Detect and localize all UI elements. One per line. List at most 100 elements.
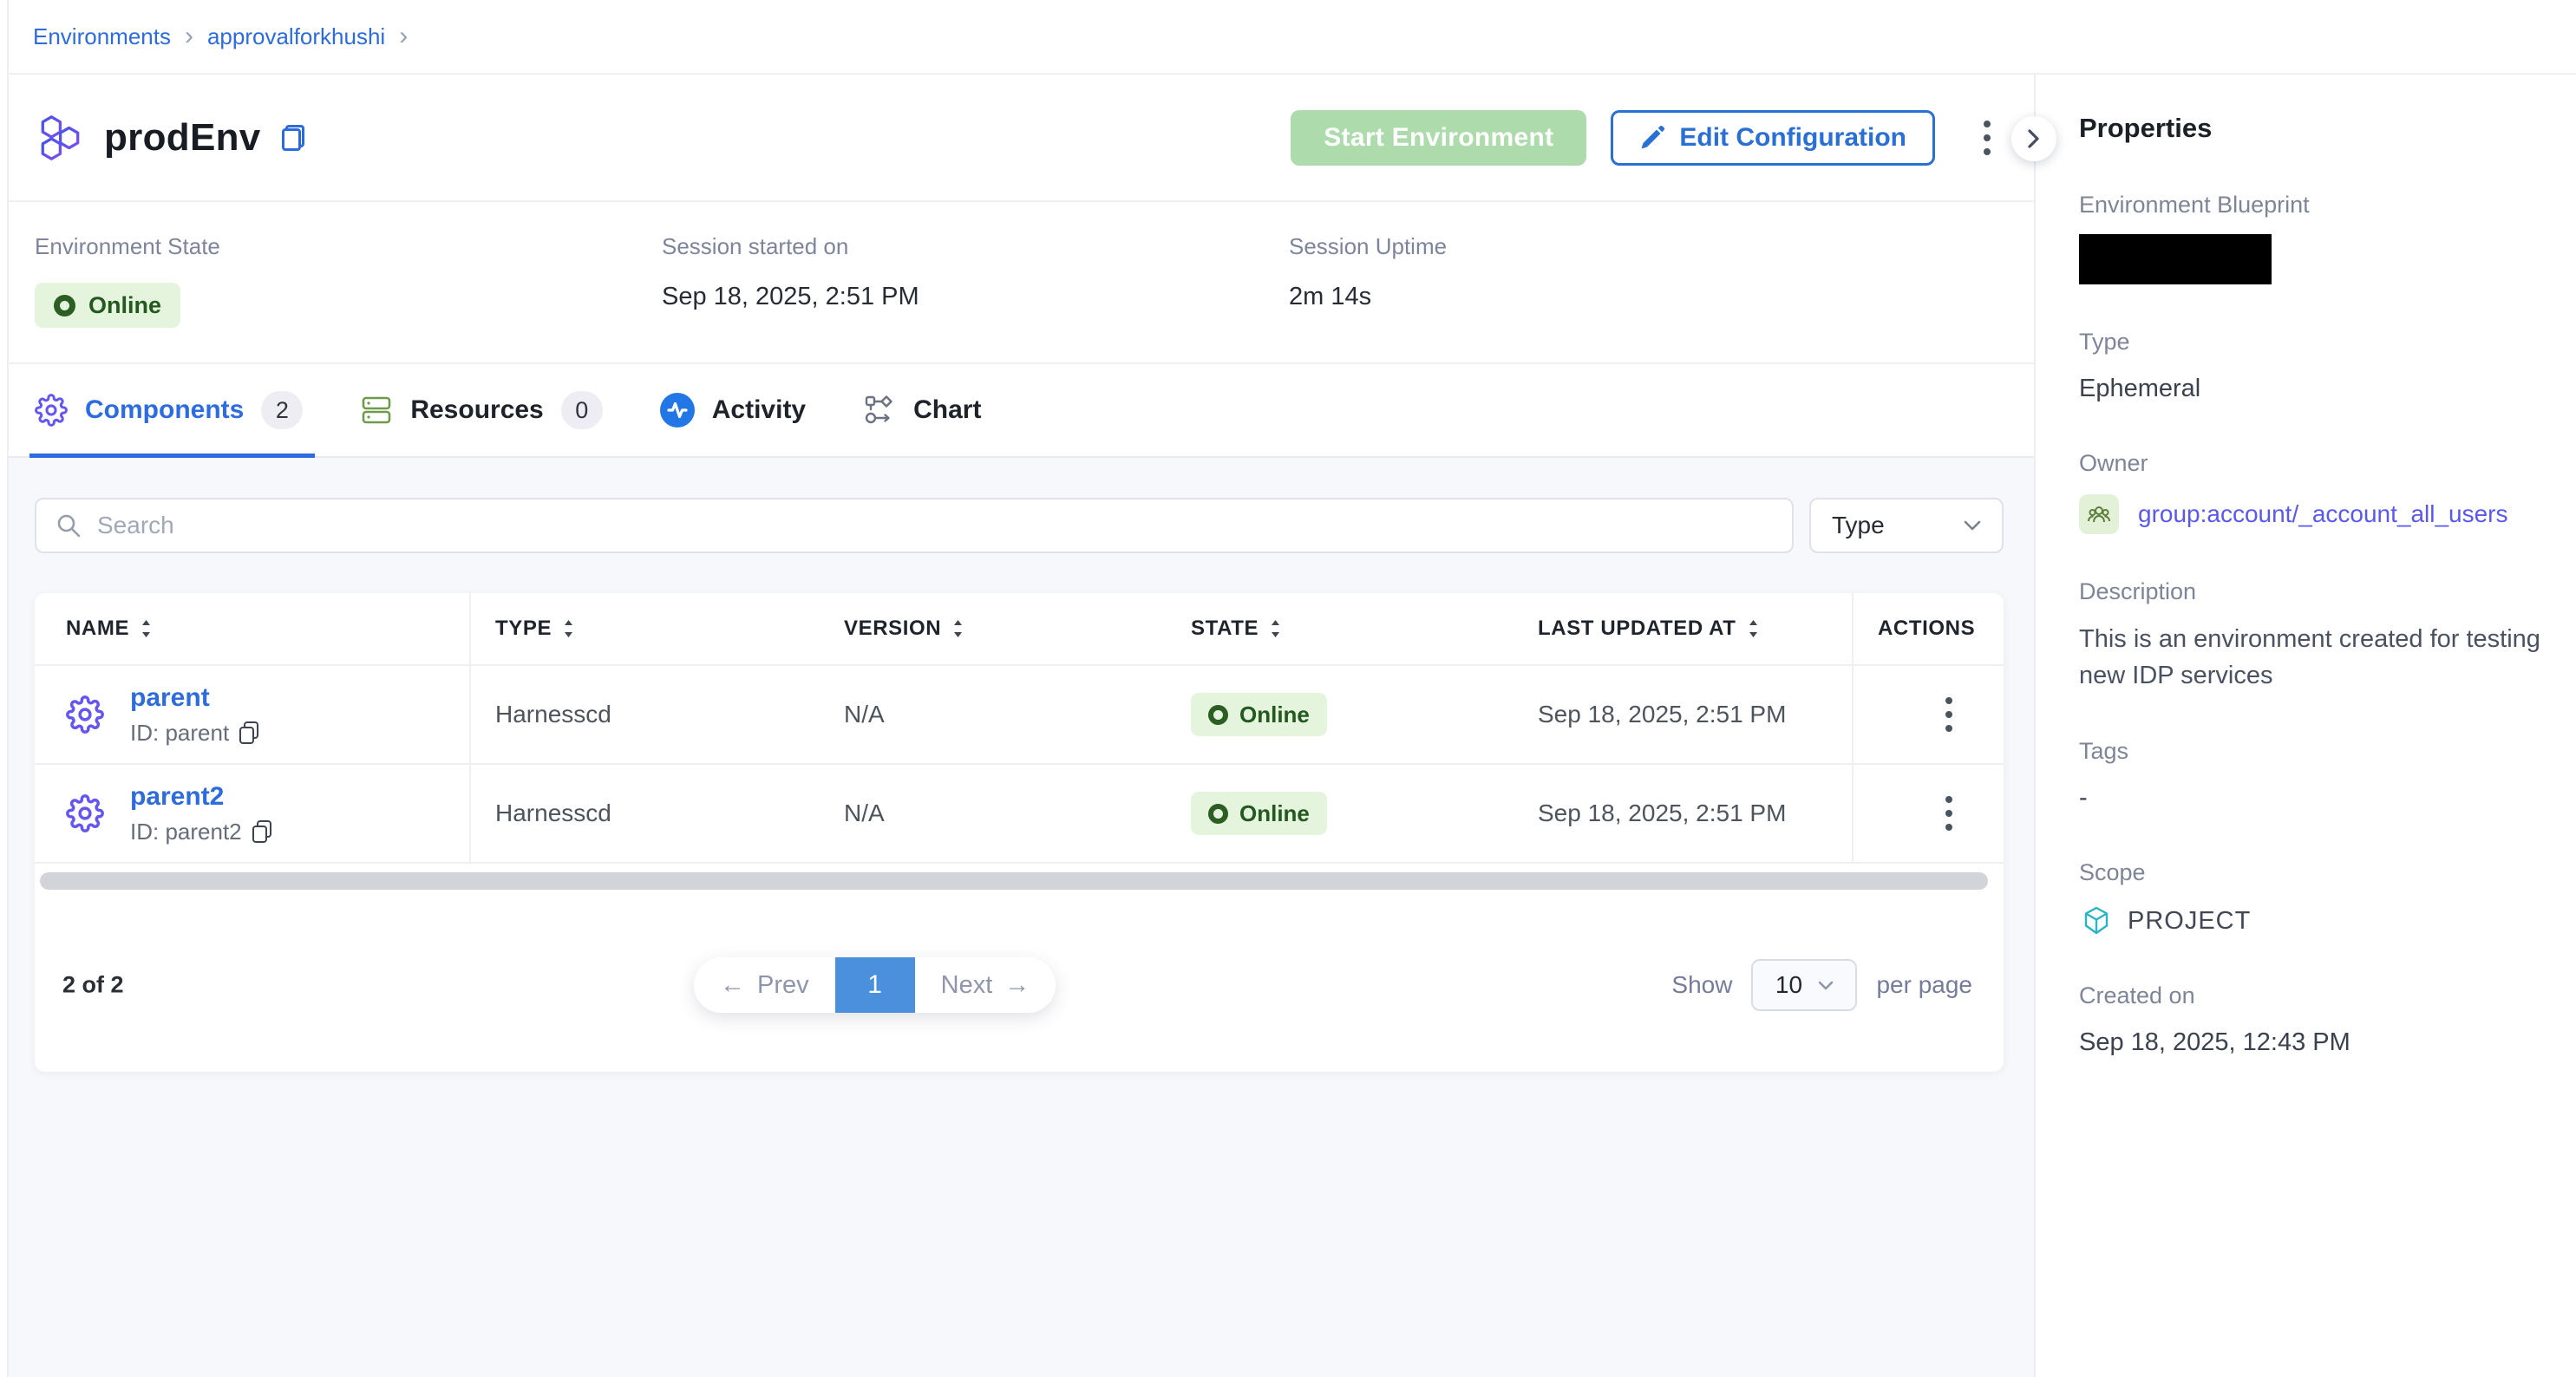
- sort-icon: [1269, 618, 1282, 639]
- chevron-down-icon: [1964, 520, 1981, 531]
- breadcrumb-project[interactable]: approvalforkhushi: [207, 23, 385, 50]
- pagination: 2 of 2 ← Prev 1 Next → Show: [35, 898, 2004, 1072]
- sort-icon: [562, 618, 575, 639]
- main-content: prodEnv Start Environment Edit Configura…: [9, 75, 2034, 1377]
- edit-configuration-button[interactable]: Edit Configuration: [1611, 110, 1935, 166]
- pencil-icon: [1639, 125, 1665, 151]
- page-size-dropdown[interactable]: 10: [1751, 959, 1857, 1011]
- gear-icon: [35, 394, 68, 427]
- left-gutter: [0, 0, 9, 1377]
- search-icon: [56, 512, 82, 538]
- property-owner: Owner group:account/_account_all_users: [2079, 449, 2546, 534]
- copy-name-icon[interactable]: [282, 125, 304, 151]
- more-options-menu[interactable]: [1975, 112, 1999, 164]
- row-actions-menu[interactable]: [1937, 787, 1961, 839]
- page-size-control: Show 10 per page: [1671, 959, 1972, 1011]
- table-header: NAME TYPE VERSION STATE: [35, 593, 2004, 666]
- table-row: parent ID: parent Harnesscd N/A Online: [35, 666, 2004, 765]
- environment-header: prodEnv Start Environment Edit Configura…: [9, 75, 2034, 202]
- cell-last-updated: Sep 18, 2025, 2:51 PM: [1514, 765, 1852, 862]
- column-header-version[interactable]: VERSION: [820, 593, 1167, 664]
- copy-id-icon[interactable]: [239, 721, 258, 744]
- stat-environment-state: Environment State Online: [35, 233, 662, 362]
- search-box: [35, 498, 1794, 553]
- breadcrumb-environments[interactable]: Environments: [33, 23, 171, 50]
- cell-version: N/A: [820, 666, 1167, 763]
- tab-activity[interactable]: Activity: [660, 364, 806, 456]
- chevron-down-icon: [1818, 981, 1834, 990]
- status-badge: Online: [1191, 693, 1327, 736]
- chevron-right-icon: [2028, 129, 2040, 148]
- properties-panel: Properties Environment Blueprint Type Ep…: [2034, 75, 2576, 1377]
- column-header-last-updated[interactable]: LAST UPDATED AT: [1514, 593, 1852, 664]
- cell-last-updated: Sep 18, 2025, 2:51 PM: [1514, 666, 1852, 763]
- breadcrumb-separator: ›: [399, 23, 408, 49]
- components-table: NAME TYPE VERSION STATE: [35, 593, 2004, 1072]
- online-ring-icon: [1208, 804, 1228, 824]
- horizontal-scroll-area: [35, 864, 2004, 898]
- tab-chart[interactable]: Chart: [863, 364, 981, 456]
- cube-icon: [2079, 904, 2114, 938]
- prev-page-button[interactable]: ← Prev: [694, 957, 835, 1013]
- component-id: ID: parent2: [130, 819, 271, 845]
- row-actions-menu[interactable]: [1937, 688, 1961, 741]
- resources-count-badge: 0: [561, 391, 603, 429]
- session-stats: Environment State Online Session started…: [9, 202, 2034, 364]
- component-gear-icon: [66, 695, 104, 734]
- environment-hexagons-icon: [35, 113, 85, 163]
- component-name-link[interactable]: parent: [130, 683, 258, 713]
- online-ring-icon: [1208, 705, 1228, 725]
- sort-icon: [951, 618, 964, 639]
- chart-flow-icon: [863, 394, 896, 427]
- column-header-actions: ACTIONS: [1852, 593, 2004, 664]
- horizontal-scrollbar[interactable]: [40, 872, 1988, 890]
- property-type: Type Ephemeral: [2079, 328, 2546, 406]
- next-page-button[interactable]: Next →: [915, 957, 1056, 1013]
- property-created-on: Created on Sep 18, 2025, 12:43 PM: [2079, 982, 2546, 1060]
- stat-session-uptime: Session Uptime 2m 14s: [1289, 233, 1916, 362]
- component-id: ID: parent: [130, 720, 258, 747]
- breadcrumb: Environments › approvalforkhushi ›: [9, 0, 2576, 75]
- property-tags: Tags -: [2079, 737, 2546, 815]
- component-name-link[interactable]: parent2: [130, 782, 271, 812]
- cell-state: Online: [1167, 666, 1514, 763]
- tab-resources[interactable]: Resources 0: [360, 364, 602, 456]
- group-avatar: [2079, 494, 2119, 534]
- cell-type: Harnesscd: [471, 765, 820, 862]
- status-badge: Online: [35, 283, 180, 328]
- tab-bar: Components 2 Resources 0: [9, 364, 2034, 458]
- component-gear-icon: [66, 794, 104, 832]
- left-arrow-icon: ←: [720, 971, 745, 1000]
- property-description: Description This is an environment creat…: [2079, 578, 2546, 694]
- collapse-panel-button[interactable]: [2011, 116, 2056, 161]
- page-title: prodEnv: [104, 116, 261, 160]
- components-tab-content: Type NAME TYPE: [9, 458, 2034, 1377]
- components-count-badge: 2: [261, 391, 303, 429]
- type-filter-dropdown[interactable]: Type: [1809, 498, 2004, 553]
- search-input[interactable]: [95, 511, 1773, 540]
- tab-components[interactable]: Components 2: [35, 364, 303, 456]
- column-header-state[interactable]: STATE: [1167, 593, 1514, 664]
- copy-id-icon[interactable]: [252, 820, 271, 843]
- sort-icon: [140, 618, 153, 639]
- stat-session-started: Session started on Sep 18, 2025, 2:51 PM: [662, 233, 1289, 362]
- column-header-name[interactable]: NAME: [35, 593, 471, 664]
- property-blueprint: Environment Blueprint: [2079, 191, 2546, 284]
- cell-type: Harnesscd: [471, 666, 820, 763]
- resources-icon: [360, 394, 393, 427]
- online-ring-icon: [54, 295, 75, 317]
- group-people-icon: [2086, 501, 2112, 527]
- pager: ← Prev 1 Next →: [694, 957, 1056, 1013]
- table-row: parent2 ID: parent2 Harnesscd N/A Online: [35, 765, 2004, 864]
- cell-version: N/A: [820, 765, 1167, 862]
- property-scope: Scope PROJECT: [2079, 858, 2546, 938]
- blueprint-redacted-value: [2079, 234, 2272, 284]
- right-arrow-icon: →: [1004, 971, 1030, 1000]
- column-header-type[interactable]: TYPE: [471, 593, 820, 664]
- cell-state: Online: [1167, 765, 1514, 862]
- owner-group-link[interactable]: group:account/_account_all_users: [2138, 500, 2508, 528]
- page-number-current[interactable]: 1: [835, 957, 915, 1013]
- sort-icon: [1747, 618, 1760, 639]
- start-environment-button[interactable]: Start Environment: [1291, 110, 1586, 166]
- breadcrumb-separator: ›: [185, 23, 193, 49]
